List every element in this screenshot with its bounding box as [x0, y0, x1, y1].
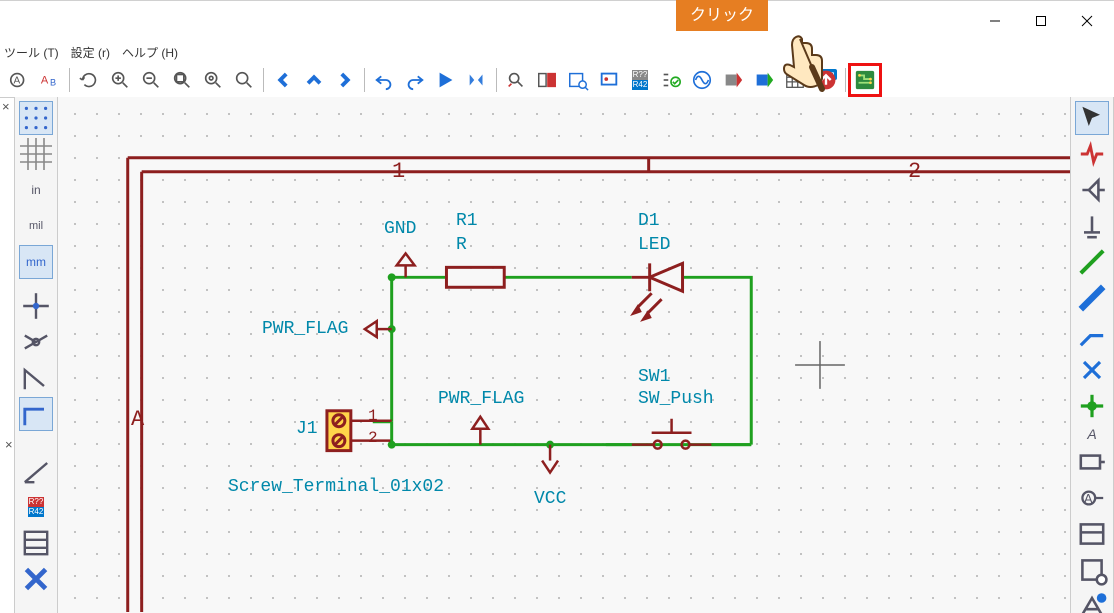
sw1-val: SW_Push — [638, 389, 714, 409]
place-bus-entry-button[interactable] — [1075, 317, 1109, 351]
right-toolbar: A A — [1070, 97, 1114, 613]
close-left-lower-button[interactable]: × — [5, 437, 13, 452]
d1-val: LED — [638, 235, 670, 255]
erc-button[interactable] — [532, 65, 562, 95]
place-noconnect-button[interactable] — [1075, 353, 1109, 387]
d1-ref: D1 — [638, 211, 660, 231]
sheet-col-1: 1 — [392, 159, 405, 184]
sheet-row-a: A — [131, 407, 144, 432]
place-bus-button[interactable] — [1075, 281, 1109, 315]
svg-text:A: A — [1084, 491, 1093, 506]
place-netclass-button[interactable] — [1075, 445, 1109, 479]
cursor-full-button[interactable] — [19, 289, 53, 323]
annotate-left-button[interactable]: R??R42 — [19, 490, 53, 524]
j1-val: Screw_Terminal_01x02 — [228, 477, 444, 497]
menu-help[interactable]: ヘルプ (H) — [122, 44, 178, 61]
undo-button[interactable] — [369, 65, 399, 95]
grid-dots-button[interactable] — [19, 101, 53, 135]
select-tool-button[interactable] — [1075, 101, 1109, 135]
edit-value-button[interactable]: AB — [35, 65, 65, 95]
units-in-button[interactable]: in — [19, 173, 53, 207]
place-junction-button[interactable] — [1075, 389, 1109, 423]
open-pcb-button[interactable] — [850, 65, 880, 95]
sw1-ref: SW1 — [638, 367, 670, 387]
vcc-label: VCC — [534, 489, 566, 509]
place-global-label-button[interactable]: A — [1075, 481, 1109, 515]
footprint-fields-button[interactable] — [749, 65, 779, 95]
zoom-selection-button[interactable] — [198, 65, 228, 95]
nav-up-button[interactable] — [299, 65, 329, 95]
free-angle-button[interactable] — [19, 361, 53, 395]
symbol-editor-button[interactable] — [594, 65, 624, 95]
gnd-label: GND — [384, 219, 416, 239]
ortho-button[interactable] — [19, 397, 53, 431]
place-power-button[interactable] — [1075, 209, 1109, 243]
inspect-button[interactable] — [563, 65, 593, 95]
r1-ref: R1 — [456, 211, 478, 231]
place-sheet-button[interactable] — [1075, 553, 1109, 587]
place-wire-button[interactable] — [1075, 245, 1109, 279]
svg-text:A: A — [14, 76, 21, 87]
menu-tools[interactable]: ツール (T) — [4, 44, 59, 61]
pointer-hand-illustration — [776, 31, 836, 111]
any-angle-button[interactable] — [19, 454, 53, 488]
j1-pin2: 2 — [368, 429, 378, 447]
zoom-out-button[interactable] — [136, 65, 166, 95]
zoom-redraw-button[interactable] — [229, 65, 259, 95]
j1-ref: J1 — [296, 419, 318, 439]
highlight-net-button[interactable] — [1075, 137, 1109, 171]
units-mm-button[interactable]: mm — [19, 245, 53, 279]
run-button[interactable] — [431, 65, 461, 95]
place-hier-label-button[interactable] — [1075, 517, 1109, 551]
add-symbol-button[interactable]: A — [4, 65, 34, 95]
nav-forward-button[interactable] — [330, 65, 360, 95]
menu-bar: ツール (T) 設定 (r) ヘルプ (H) — [0, 41, 1114, 63]
place-text-button[interactable] — [1075, 589, 1109, 613]
redo-button[interactable] — [400, 65, 430, 95]
schematic-canvas[interactable]: 1 2 A GND R1 R D1 LED PWR_FLAG SW1 SW_Pu… — [58, 97, 1070, 613]
place-label-button[interactable]: A — [1075, 425, 1109, 443]
simulator-button[interactable] — [687, 65, 717, 95]
window-minimize-button[interactable] — [972, 5, 1018, 37]
main-toolbar: A AB R??R42 bom — [0, 63, 1114, 98]
zoom-fit-button[interactable] — [167, 65, 197, 95]
checklist-button[interactable] — [656, 65, 686, 95]
callout-click-label: クリック — [676, 0, 768, 31]
menu-settings[interactable]: 設定 (r) — [71, 44, 110, 61]
zoom-in-button[interactable] — [105, 65, 135, 95]
refresh-button[interactable] — [74, 65, 104, 95]
units-mil-button[interactable]: mil — [19, 209, 53, 243]
j1-pin1: 1 — [368, 407, 378, 425]
svg-text:A: A — [41, 75, 49, 87]
place-symbol-button[interactable] — [1075, 173, 1109, 207]
find-button[interactable] — [501, 65, 531, 95]
left-toolbar: in mil mm × R??R42 — [14, 97, 58, 613]
pwr-flag-1: PWR_FLAG — [262, 319, 348, 339]
hidden-pins-button[interactable] — [19, 325, 53, 359]
mirror-button[interactable] — [462, 65, 492, 95]
annotate-button[interactable]: R??R42 — [625, 65, 655, 95]
properties-button[interactable] — [19, 526, 53, 560]
r1-val: R — [456, 235, 467, 255]
sheet-col-2: 2 — [908, 159, 921, 184]
window-close-button[interactable] — [1064, 5, 1110, 37]
assign-footprints-button[interactable] — [718, 65, 748, 95]
grid-lines-button[interactable] — [19, 137, 53, 171]
window-maximize-button[interactable] — [1018, 5, 1064, 37]
pwr-flag-2: PWR_FLAG — [438, 389, 524, 409]
nav-back-button[interactable] — [268, 65, 298, 95]
preferences-button[interactable] — [19, 562, 53, 596]
svg-text:B: B — [50, 78, 56, 88]
close-left-panel-button[interactable]: × — [2, 99, 10, 114]
